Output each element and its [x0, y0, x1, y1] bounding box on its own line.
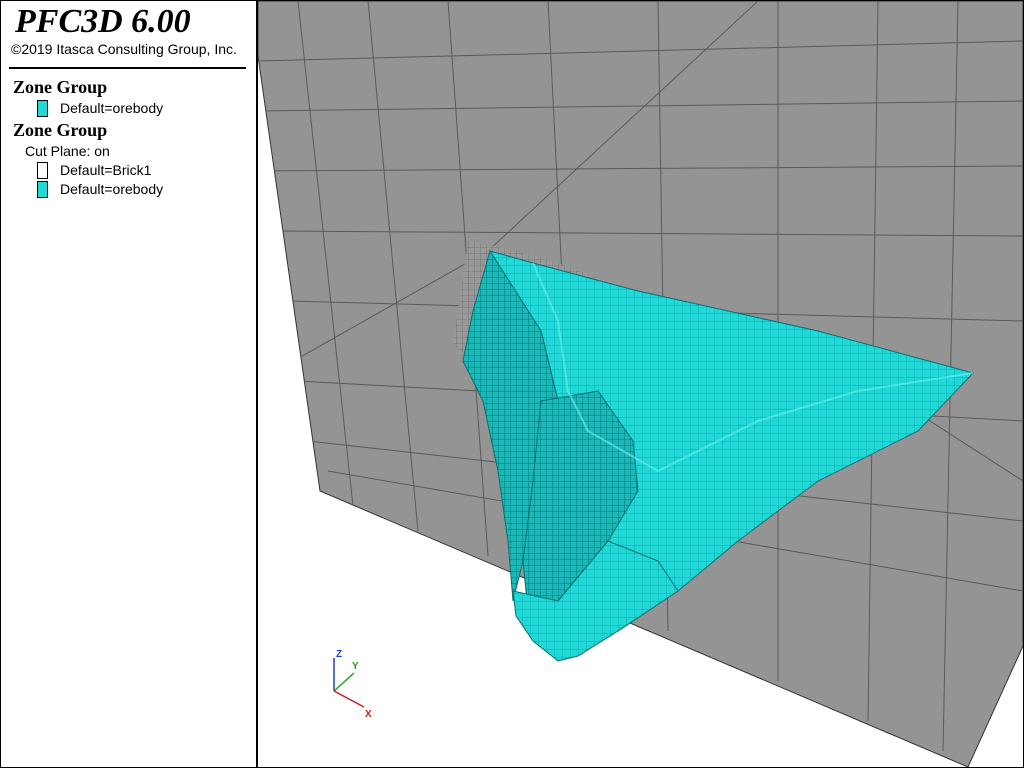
axes-triad: Z Y X	[333, 649, 372, 720]
app-window: PFC3D 6.00 ©2019 Itasca Consulting Group…	[0, 0, 1024, 768]
y-axis-label: Y	[352, 661, 359, 672]
legend-group-1-heading: Zone Group	[13, 77, 108, 97]
legend-swatch	[37, 99, 48, 117]
y-axis-line	[333, 672, 355, 692]
legend-group-2-item-1: Default=Brick1	[37, 161, 151, 179]
legend-group-2-heading: Zone Group	[13, 120, 108, 140]
legend-group-2-item-2: Default=orebody	[37, 180, 163, 198]
z-axis-label: Z	[336, 649, 342, 660]
copyright-text: ©2019 Itasca Consulting Group, Inc.	[11, 41, 237, 57]
model-render: Z Y X	[258, 1, 1023, 767]
3d-viewport[interactable]: Z Y X	[258, 1, 1023, 767]
legend-item-label: Default=orebody	[60, 181, 164, 197]
x-axis-line	[333, 690, 365, 708]
legend-swatch	[37, 180, 48, 198]
x-axis-label: X	[365, 709, 372, 720]
app-title: PFC3D 6.00	[15, 3, 191, 40]
legend-swatch	[37, 161, 48, 179]
legend-panel: PFC3D 6.00 ©2019 Itasca Consulting Group…	[1, 1, 258, 767]
legend-group-2-subheading: Cut Plane: on	[25, 143, 110, 159]
legend-item-label: Default=Brick1	[60, 162, 152, 178]
legend-item-label: Default=orebody	[60, 100, 164, 116]
title-divider	[9, 67, 246, 69]
legend-group-1-item-1: Default=orebody	[37, 99, 163, 117]
